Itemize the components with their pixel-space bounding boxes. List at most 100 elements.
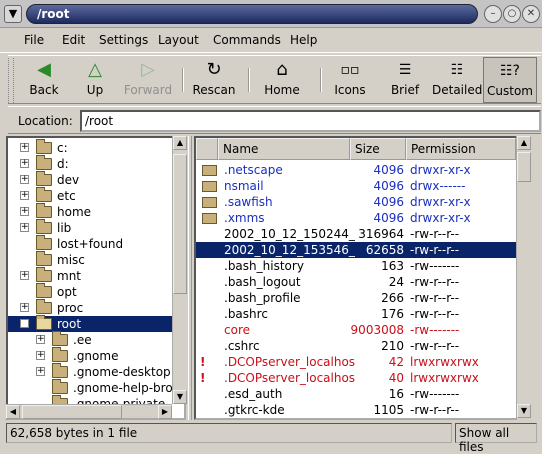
collapse-icon[interactable]: − [20,319,29,328]
file-row[interactable]: .cshrc 210 -rw-r--r-- [196,338,528,354]
tree-item-label: lost+found [57,237,124,251]
folder-icon [52,347,68,362]
scroll-thumb[interactable] [517,152,531,182]
scroll-down-arrow-icon[interactable]: ▼ [517,404,531,418]
file-row[interactable]: .bash_profile 266 -rw-r--r-- [196,290,528,306]
file-size: 316964 [358,227,404,241]
file-name: .netscape [224,163,283,177]
file-row[interactable]: .sawfish 4096 drwxr-xr-x [196,194,528,210]
column-header-name[interactable]: Name [218,138,350,160]
expand-icon[interactable]: + [36,351,45,360]
expand-icon[interactable]: + [20,207,29,216]
expand-icon[interactable]: + [36,367,45,376]
tree-item[interactable]: − root [8,315,174,332]
menu-settings[interactable]: Settings [99,33,148,47]
icons-view-button[interactable]: ▫▫ Icons [330,57,370,103]
tree-item[interactable]: lost+found [8,235,174,252]
tree-item[interactable]: + dev [8,171,174,188]
up-button[interactable]: △ Up [78,57,112,103]
close-button[interactable]: ✕ [522,5,540,23]
tree-vertical-scrollbar[interactable]: ▲ ▼ [172,136,187,404]
file-row[interactable]: .bash_history 163 -rw------- [196,258,528,274]
hscroll-thumb[interactable] [22,405,122,419]
expand-icon[interactable]: + [20,159,29,168]
scroll-left-arrow-icon[interactable]: ◀ [6,405,20,419]
minimize-button[interactable]: – [484,5,502,23]
scroll-right-arrow-icon[interactable]: ▶ [158,405,172,419]
detailed-view-button[interactable]: ☷ Detailed [432,57,482,103]
pane-splitter[interactable] [188,136,192,420]
file-row[interactable]: nsmail 4096 drwx------ [196,178,528,194]
menu-file[interactable]: File [24,33,44,47]
column-header-permission[interactable]: Permission [406,138,516,160]
file-row[interactable]: 2002_10_12_153546_ 62658 -rw-r--r-- [196,242,528,258]
maximize-button[interactable]: ○ [503,5,521,23]
file-list[interactable]: Name Size Permission .netscape 4096 drwxr-… [194,136,530,420]
title-pill[interactable]: /root [26,4,478,24]
expand-icon[interactable]: + [20,191,29,200]
tree-item[interactable]: + .ee [8,331,174,348]
custom-view-button[interactable]: ☷? Custom [483,57,537,103]
file-row[interactable]: .gtkrc-kde 1105 -rw-r--r-- [196,402,528,418]
file-row[interactable]: .xmms 4096 drwxr-xr-x [196,210,528,226]
scroll-up-arrow-icon[interactable]: ▲ [517,136,531,150]
file-row[interactable]: .netscape 4096 drwxr-xr-x [196,162,528,178]
tree-item[interactable]: + lib [8,219,174,236]
tree-item[interactable]: .gnome-help-brow [8,379,183,396]
column-header-size[interactable]: Size [350,138,406,160]
expand-icon[interactable]: + [20,175,29,184]
expand-icon[interactable]: + [20,143,29,152]
brief-view-button[interactable]: ☰ Brief [386,57,424,103]
file-row[interactable]: ! .DCOPserver_localhos 40 lrwxrwxrwx [196,370,528,386]
tree-item[interactable]: opt [8,283,174,300]
scroll-up-arrow-icon[interactable]: ▲ [173,136,187,150]
file-permission: drwxr-xr-x [410,163,471,177]
expand-icon[interactable]: + [20,223,29,232]
tree-item[interactable]: + home [8,203,174,220]
file-row[interactable]: ! .DCOPserver_localhos 42 lrwxrwxrwx [196,354,528,370]
file-row[interactable]: core 9003008 -rw------- [196,322,528,338]
menu-help[interactable]: Help [290,33,317,47]
tree-item[interactable]: + mnt [8,267,174,284]
show-all-files-toggle[interactable]: Show all files [455,423,537,454]
expand-icon[interactable]: + [36,335,45,344]
folder-icon [36,219,52,234]
tree-item[interactable]: + proc [8,299,174,316]
menu-commands[interactable]: Commands [213,33,281,47]
tree-item[interactable]: misc [8,251,174,268]
list-vertical-scrollbar[interactable]: ▲ ▼ [516,136,531,420]
location-input[interactable] [80,110,541,132]
window-menu-button[interactable]: ▼ [4,5,22,23]
tree-item[interactable]: + .gnome-desktop [8,363,174,380]
home-button[interactable]: ⌂ Home [260,57,304,103]
forward-button[interactable]: ▷ Forward [120,57,176,103]
tree-item[interactable]: + .gnome [8,347,174,364]
title-bar[interactable]: ▼ /root – ○ ✕ [0,0,542,28]
toolbar-grip[interactable] [8,58,14,103]
rescan-button[interactable]: ↻ Rescan [188,57,240,103]
icons-view-icon: ▫▫ [340,62,360,78]
tree-horizontal-scrollbar[interactable]: ◀ ▶ [6,404,172,419]
file-row[interactable]: .esd_auth 16 -rw------- [196,386,528,402]
file-size: 4096 [373,163,404,177]
expand-icon[interactable]: + [20,271,29,280]
up-arrow-icon: △ [88,59,102,80]
back-button[interactable]: ◀ Back [24,57,64,103]
folder-icon [36,139,52,154]
file-row[interactable]: 2002_10_12_150244_ 316964 -rw-r--r-- [196,226,528,242]
scroll-down-arrow-icon[interactable]: ▼ [173,390,187,404]
menu-layout[interactable]: Layout [158,33,199,47]
menu-edit[interactable]: Edit [62,33,85,47]
window-title: /root [37,7,70,21]
scroll-thumb[interactable] [173,154,187,294]
tree-item[interactable]: + c: [8,139,174,156]
file-row[interactable]: .bashrc 176 -rw-r--r-- [196,306,528,322]
directory-tree[interactable]: + c: + d: + dev + etc + home + lib lost+found misc + mn… [6,136,186,420]
tree-item[interactable]: + d: [8,155,174,172]
column-header-icon[interactable] [196,138,218,160]
file-row[interactable]: .bash_logout 24 -rw-r--r-- [196,274,528,290]
tree-item[interactable]: + etc [8,187,174,204]
file-name: .sawfish [224,195,273,209]
tree-item-label: root [54,316,85,332]
expand-icon[interactable]: + [20,303,29,312]
